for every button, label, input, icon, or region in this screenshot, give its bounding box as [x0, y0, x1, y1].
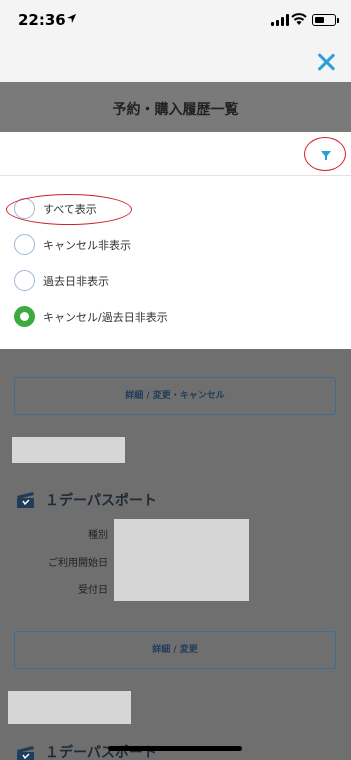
battery-nub [337, 18, 339, 23]
page-title-bar: 予約・購入履歴一覧 [0, 82, 351, 132]
details-change-cancel-button[interactable]: 詳細 / 変更・キャンセル [14, 377, 336, 415]
wifi-icon [291, 13, 307, 25]
status-bar: 22:36 [0, 0, 351, 44]
masked-block [12, 437, 125, 463]
field-label-type: 種別 [88, 530, 108, 541]
field-label-start-date: ご利用開始日 [48, 558, 108, 569]
field-label-received-date: 受付日 [78, 585, 108, 596]
option-label: キャンセル/過去日非表示 [43, 311, 168, 324]
cellular-signal-icon [271, 14, 289, 26]
location-arrow-icon [66, 13, 77, 24]
filter-option-hide-cancel[interactable]: キャンセル非表示 [14, 232, 334, 258]
ticket-icon [17, 492, 34, 508]
close-icon[interactable] [314, 50, 338, 74]
radio-hide-cancel-past[interactable] [14, 306, 35, 327]
filter-option-hide-past[interactable]: 過去日非表示 [14, 268, 334, 294]
page-title: 予約・購入履歴一覧 [112, 102, 239, 118]
modal-header [0, 44, 351, 82]
status-time: 22:36 [18, 11, 66, 29]
option-label: 過去日非表示 [43, 275, 109, 288]
filter-option-hide-cancel-past[interactable]: キャンセル/過去日非表示 [14, 304, 334, 330]
masked-block [8, 691, 131, 724]
details-change-button[interactable]: 詳細 / 変更 [14, 631, 336, 669]
filter-bar [0, 132, 351, 176]
option-label: キャンセル非表示 [43, 239, 131, 252]
annotation-ellipse-filter [304, 137, 346, 171]
battery-icon [312, 14, 336, 26]
home-indicator [108, 746, 242, 751]
ticket-icon [17, 746, 34, 760]
ticket-title: １デーパスポート [45, 493, 157, 509]
radio-hide-past[interactable] [14, 270, 35, 291]
masked-field-values [114, 519, 249, 601]
radio-hide-cancel[interactable] [14, 234, 35, 255]
ticket-title: １デーパスポート [45, 745, 157, 760]
button-label: 詳細 / 変更・キャンセル [125, 391, 225, 401]
button-label: 詳細 / 変更 [152, 645, 198, 655]
annotation-ellipse-show-all [6, 194, 132, 225]
